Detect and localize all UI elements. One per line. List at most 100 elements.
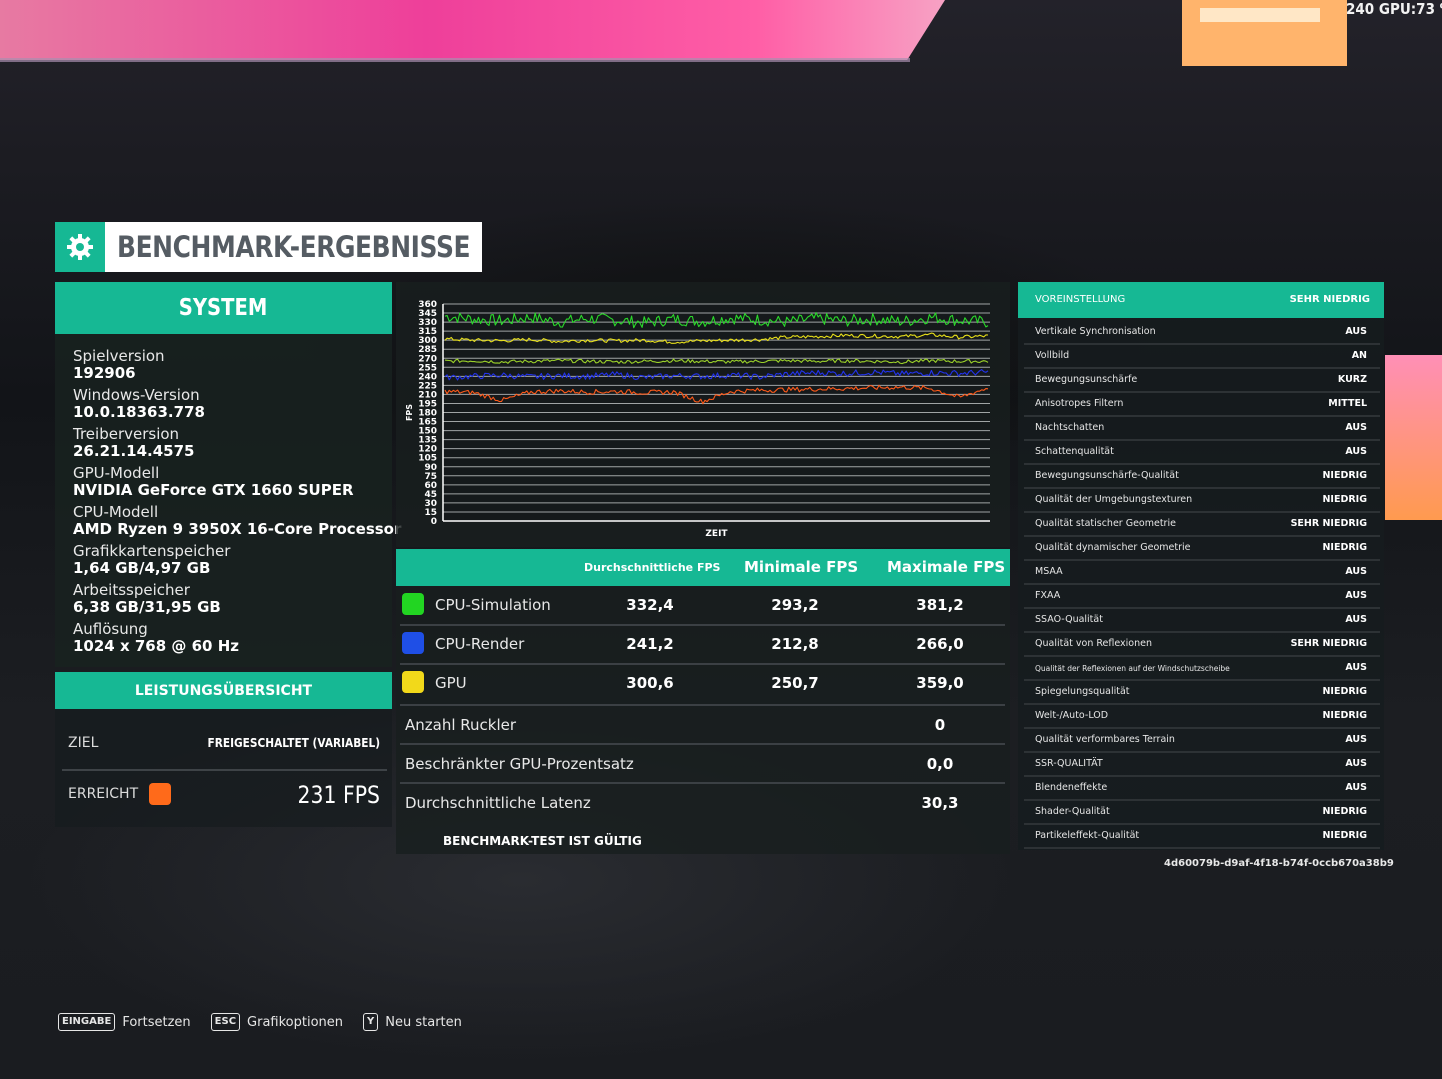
setting-row: Welt-/Auto-LOD NIEDRIG bbox=[1024, 705, 1380, 729]
stats-row-gpu: GPU 300,6 250,7 359,0 bbox=[400, 664, 1005, 702]
setting-label: Qualität der Umgebungstexturen bbox=[1035, 494, 1193, 505]
chart-y-axis-label: FPS bbox=[405, 404, 414, 421]
setting-row: SSAO-Qualität AUS bbox=[1024, 609, 1380, 633]
background-sign-light bbox=[1200, 8, 1320, 22]
system-item-value: 10.0.18363.778 bbox=[73, 403, 205, 421]
settings-preset-header: VOREINSTELLUNG SEHR NIEDRIG bbox=[1018, 282, 1384, 318]
setting-row: Shader-Qualität NIEDRIG bbox=[1024, 801, 1380, 825]
key-hint: Y bbox=[363, 1013, 379, 1031]
background-sign-right bbox=[1385, 355, 1442, 520]
setting-label: FXAA bbox=[1035, 590, 1061, 601]
setting-label: Welt-/Auto-LOD bbox=[1035, 710, 1109, 721]
fps-chart-svg: 3603453303153002852702552402252101951801… bbox=[405, 300, 990, 539]
stats-max: 266,0 bbox=[916, 635, 964, 653]
setting-value: AUS bbox=[1345, 326, 1367, 337]
setting-row: FXAA AUS bbox=[1024, 585, 1380, 609]
gear-icon bbox=[55, 222, 105, 272]
setting-label: SSR-QUALITÄT bbox=[1035, 758, 1103, 769]
col-max-fps: Maximale FPS bbox=[887, 558, 1006, 576]
setting-label: Anisotropes Filtern bbox=[1035, 398, 1124, 409]
restart-label: Neu starten bbox=[385, 1014, 462, 1030]
system-title: SYSTEM bbox=[55, 282, 392, 334]
setting-value: AUS bbox=[1345, 446, 1367, 457]
setting-label: Nachtschatten bbox=[1035, 422, 1105, 433]
setting-label: Blendeneffekte bbox=[1035, 782, 1108, 793]
setting-value: SEHR NIEDRIG bbox=[1290, 638, 1367, 649]
system-item: GPU-Modell NVIDIA GeForce GTX 1660 SUPER bbox=[73, 465, 354, 499]
setting-row: SSR-QUALITÄT AUS bbox=[1024, 753, 1380, 777]
stats-header: Durchschnittliche FPS Minimale FPS Maxim… bbox=[396, 549, 1010, 586]
system-item: Arbeitsspeicher 6,38 GB/31,95 GB bbox=[73, 582, 221, 616]
setting-row: Nachtschatten AUS bbox=[1024, 417, 1380, 441]
latency-label: Durchschnittliche Latenz bbox=[405, 794, 591, 812]
preset-value: SEHR NIEDRIG bbox=[1289, 294, 1370, 305]
graphics-options-button[interactable]: ESC Grafikoptionen bbox=[210, 1013, 343, 1031]
setting-value: NIEDRIG bbox=[1322, 494, 1367, 505]
system-item-label: Windows-Version bbox=[73, 386, 200, 404]
latency-value: 30,3 bbox=[921, 794, 959, 812]
system-item-value: 6,38 GB/31,95 GB bbox=[73, 598, 221, 616]
setting-row: Bewegungsunschärfe-Qualität NIEDRIG bbox=[1024, 465, 1380, 489]
stats-gpu-limited-row: Beschränkter GPU-Prozentsatz 0,0 bbox=[400, 745, 1005, 783]
continue-button[interactable]: EINGABE Fortsetzen bbox=[58, 1013, 191, 1031]
system-item: Windows-Version 10.0.18363.778 bbox=[73, 387, 205, 421]
benchmark-header: BENCHMARK-ERGEBNISSE bbox=[55, 222, 482, 272]
setting-label: Partikeleffekt-Qualität bbox=[1035, 830, 1140, 841]
achieved-label: ERREICHT bbox=[68, 786, 139, 802]
setting-label: Schattenqualität bbox=[1035, 446, 1114, 457]
stats-row-cpu-render: CPU-Render 241,2 212,8 266,0 bbox=[400, 625, 1005, 663]
setting-row: Schattenqualität AUS bbox=[1024, 441, 1380, 465]
setting-value: AUS bbox=[1345, 614, 1367, 625]
setting-row: Bewegungsunschärfe KURZ bbox=[1024, 369, 1380, 393]
page-title: BENCHMARK-ERGEBNISSE bbox=[117, 230, 471, 264]
system-item-value: 192906 bbox=[73, 364, 136, 382]
stutter-value: 0 bbox=[934, 716, 946, 734]
target-value: FREIGESCHALTET (VARIABEL) bbox=[207, 736, 380, 750]
setting-row: Qualität dynamischer Geometrie NIEDRIG bbox=[1024, 537, 1380, 561]
restart-button[interactable]: Y Neu starten bbox=[363, 1013, 462, 1031]
setting-row: Vertikale Synchronisation AUS bbox=[1024, 321, 1380, 345]
setting-label: Vertikale Synchronisation bbox=[1035, 326, 1156, 337]
setting-label: Vollbild bbox=[1035, 350, 1070, 361]
achieved-color-swatch bbox=[149, 783, 172, 805]
setting-label: Qualität verformbares Terrain bbox=[1035, 734, 1175, 745]
stats-avg: 332,4 bbox=[626, 596, 674, 614]
setting-row: Anisotropes Filtern MITTEL bbox=[1024, 393, 1380, 417]
stutter-label: Anzahl Ruckler bbox=[405, 716, 517, 734]
setting-label: Bewegungsunschärfe bbox=[1035, 374, 1138, 385]
stats-max: 359,0 bbox=[916, 674, 964, 692]
setting-row: MSAA AUS bbox=[1024, 561, 1380, 585]
system-item-value: 1,64 GB/4,97 GB bbox=[73, 559, 211, 577]
setting-row: Vollbild AN bbox=[1024, 345, 1380, 369]
key-hint: EINGABE bbox=[58, 1013, 116, 1031]
system-item: CPU-Modell AMD Ryzen 9 3950X 16-Core Pro… bbox=[73, 504, 401, 538]
setting-value: NIEDRIG bbox=[1322, 470, 1367, 481]
setting-label: Qualität dynamischer Geometrie bbox=[1035, 542, 1191, 553]
setting-row: Qualität von Reflexionen SEHR NIEDRIG bbox=[1024, 633, 1380, 657]
series-color-swatch bbox=[402, 632, 424, 654]
setting-row: Blendeneffekte AUS bbox=[1024, 777, 1380, 801]
setting-label: Qualität statischer Geometrie bbox=[1035, 518, 1176, 529]
system-item-label: Treiberversion bbox=[73, 425, 180, 443]
system-item-value: NVIDIA GeForce GTX 1660 SUPER bbox=[73, 481, 354, 499]
fps-overlay: 240 GPU:73 % bbox=[1346, 0, 1442, 18]
stats-row-cpu-simulation: CPU-Simulation 332,4 293,2 381,2 bbox=[400, 586, 1005, 624]
setting-value: NIEDRIG bbox=[1322, 686, 1367, 697]
setting-value: NIEDRIG bbox=[1322, 830, 1367, 841]
setting-value: SEHR NIEDRIG bbox=[1290, 518, 1367, 529]
stats-row-name: CPU-Render bbox=[435, 635, 525, 653]
key-hint: ESC bbox=[210, 1013, 241, 1031]
top-banner bbox=[0, 0, 945, 60]
performance-divider bbox=[62, 769, 387, 771]
setting-label: Qualität der Reflexionen auf der Windsch… bbox=[1035, 664, 1230, 673]
setting-value: NIEDRIG bbox=[1322, 806, 1367, 817]
chart-y-tick-label: 0 bbox=[431, 517, 437, 527]
achieved-value: 231 FPS bbox=[297, 781, 380, 809]
stats-min: 293,2 bbox=[771, 596, 819, 614]
benchmark-valid-text: BENCHMARK-TEST IST GÜLTIG bbox=[443, 834, 642, 848]
col-avg-fps: Durchschnittliche FPS bbox=[584, 561, 721, 574]
fps-chart: 360 345 330 315 300 285 270 255 240 225 210 195 180 1… bbox=[400, 298, 1000, 543]
stats-max: 381,2 bbox=[916, 596, 964, 614]
setting-row: Qualität der Umgebungstexturen NIEDRIG bbox=[1024, 489, 1380, 513]
system-item-label: Spielversion bbox=[73, 347, 165, 365]
